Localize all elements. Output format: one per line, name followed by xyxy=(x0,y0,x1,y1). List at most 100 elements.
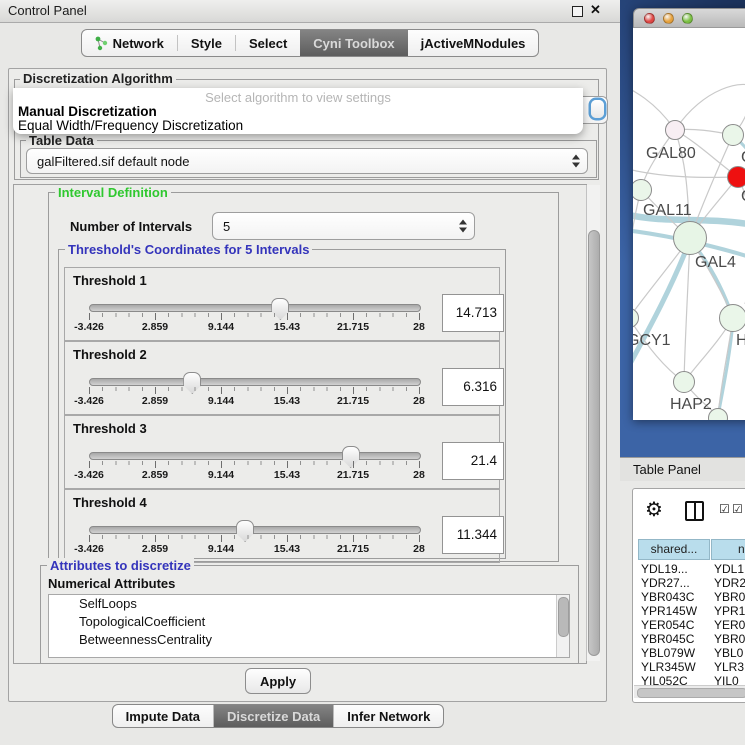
network-node-label: GAL80 xyxy=(646,145,696,163)
horizontal-scrollbar[interactable] xyxy=(634,685,745,698)
tab-infer-network[interactable]: Infer Network xyxy=(334,705,443,727)
threshold-row: Threshold 2-3.4262.8599.14415.4321.71528… xyxy=(64,341,500,415)
threshold-value-field[interactable]: 11.344 xyxy=(442,516,504,554)
network-node[interactable] xyxy=(673,221,707,255)
slider-major-tick xyxy=(155,461,156,468)
slider-minor-ticks xyxy=(89,387,420,391)
split-columns-icon[interactable] xyxy=(685,501,704,521)
checkbox-icon[interactable]: ☑ xyxy=(719,502,730,516)
slider-major-tick xyxy=(155,535,156,542)
slider-track[interactable] xyxy=(89,304,421,312)
table-cell-name[interactable]: YBR0 xyxy=(714,590,745,604)
list-scrollbar-thumb[interactable] xyxy=(558,597,569,637)
vertical-scrollbar[interactable] xyxy=(586,185,600,661)
stepper-icon[interactable] xyxy=(572,155,580,168)
table-cell-shared-name[interactable]: YLR345W xyxy=(641,660,696,674)
network-node[interactable] xyxy=(673,371,695,393)
network-node[interactable] xyxy=(665,120,685,140)
slider-major-tick xyxy=(89,313,90,320)
slider-tick-label: 28 xyxy=(413,469,425,481)
slider-track[interactable] xyxy=(89,452,421,460)
table-cell-name[interactable]: YPR1 xyxy=(714,604,745,618)
checkbox-icon[interactable]: ☑ xyxy=(732,502,743,516)
algorithm-option[interactable]: Manual Discretization xyxy=(18,104,157,119)
scrollbar-thumb[interactable] xyxy=(637,688,745,698)
threshold-row: Threshold 3-3.4262.8599.14415.4321.71528… xyxy=(64,415,500,489)
tab-cyni-toolbox[interactable]: Cyni Toolbox xyxy=(300,30,407,56)
attribute-list-item[interactable]: BetweennessCentrality xyxy=(49,631,569,649)
slider-major-tick xyxy=(287,313,288,320)
table-cell-name[interactable]: YDL1 xyxy=(714,562,744,576)
table-cell-shared-name[interactable]: YER054C xyxy=(641,618,694,632)
slider-major-tick xyxy=(419,313,420,320)
threshold-value-field[interactable]: 6.316 xyxy=(442,368,504,406)
table-cell-name[interactable]: YBL0 xyxy=(714,646,743,660)
slider-track[interactable] xyxy=(89,526,421,534)
attributes-list[interactable]: SelfLoopsTopologicalCoefficientBetweenne… xyxy=(48,594,570,658)
threshold-value-field[interactable]: 21.4 xyxy=(442,442,504,480)
top-tab-bar: NetworkStyleSelectCyni ToolboxjActiveMNo… xyxy=(0,29,620,57)
slider-tick-label: 9.144 xyxy=(208,469,234,481)
gear-icon[interactable]: ⚙ xyxy=(645,497,663,522)
slider-major-tick xyxy=(89,535,90,542)
tab-network[interactable]: Network xyxy=(82,30,177,56)
algorithm-option[interactable]: Equal Width/Frequency Discretization xyxy=(18,118,243,133)
column-header-name[interactable]: na xyxy=(711,539,745,560)
list-scrollbar[interactable] xyxy=(556,595,569,657)
table-data-combo-value: galFiltered.sif default node xyxy=(37,154,189,169)
table-cell-name[interactable]: YDR2 xyxy=(714,576,745,590)
network-node-label: GAL11 xyxy=(643,202,692,220)
slider-major-tick xyxy=(155,387,156,394)
minimize-traffic-light[interactable] xyxy=(663,13,674,24)
thresholds-group-title: Threshold's Coordinates for 5 Intervals xyxy=(65,242,312,257)
apply-button[interactable]: Apply xyxy=(245,668,311,694)
slider-major-tick xyxy=(419,461,420,468)
table-cell-shared-name[interactable]: YBL079W xyxy=(641,646,695,660)
network-canvas[interactable]: GAL80GCGAL11GAL4GCY1HHAP2 xyxy=(633,28,745,420)
network-node[interactable] xyxy=(722,124,744,146)
zoom-traffic-light[interactable] xyxy=(682,13,693,24)
slider-tick-label: 2.859 xyxy=(142,469,168,481)
network-icon xyxy=(95,36,108,51)
slider-major-tick xyxy=(287,461,288,468)
slider-tick-label: 2.859 xyxy=(142,321,168,333)
slider-tick-label: 9.144 xyxy=(208,543,234,555)
table-cell-shared-name[interactable]: YPR145W xyxy=(641,604,697,618)
slider-track[interactable] xyxy=(89,378,421,386)
stepper-icon[interactable] xyxy=(459,220,467,233)
tab-select[interactable]: Select xyxy=(236,30,300,56)
attribute-list-item[interactable]: TopologicalCoefficient xyxy=(49,613,569,631)
slider-tick-label: 9.144 xyxy=(208,321,234,333)
num-intervals-combo[interactable]: 5 xyxy=(212,212,475,240)
table-cell-name[interactable]: YER0 xyxy=(714,618,745,632)
tab-style[interactable]: Style xyxy=(178,30,235,56)
table-cell-shared-name[interactable]: YBR045C xyxy=(641,632,694,646)
table-cell-name[interactable]: YBR0 xyxy=(714,632,745,646)
algorithm-placeholder: Select algorithm to view settings xyxy=(13,90,583,105)
float-icon[interactable] xyxy=(572,6,583,17)
tab-jactivemnodules[interactable]: jActiveMNodules xyxy=(408,30,539,56)
close-icon[interactable]: ✕ xyxy=(590,2,601,18)
table-cell-shared-name[interactable]: YDR27... xyxy=(641,576,690,590)
tab-impute-data[interactable]: Impute Data xyxy=(113,705,214,727)
table-data-combo[interactable]: galFiltered.sif default node xyxy=(26,148,588,174)
slider-tick-label: 15.43 xyxy=(274,321,300,333)
combo-stepper-icon[interactable] xyxy=(591,100,604,118)
network-node[interactable] xyxy=(727,166,745,188)
slider-major-tick xyxy=(353,387,354,394)
tab-discretize-data[interactable]: Discretize Data xyxy=(214,705,334,727)
threshold-value-field[interactable]: 14.713 xyxy=(442,294,504,332)
slider-tick-label: 2.859 xyxy=(142,395,168,407)
close-traffic-light[interactable] xyxy=(644,13,655,24)
column-header-shared[interactable]: shared... xyxy=(638,539,710,560)
network-node[interactable] xyxy=(719,304,745,332)
attribute-list-item[interactable]: SelfLoops xyxy=(49,595,569,613)
slider-major-tick xyxy=(353,313,354,320)
table-cell-name[interactable]: YLR3 xyxy=(714,660,744,674)
network-window-titlebar[interactable] xyxy=(633,8,745,28)
scrollbar-thumb[interactable] xyxy=(588,230,600,656)
table-cell-shared-name[interactable]: YDL19... xyxy=(641,562,688,576)
table-cell-shared-name[interactable]: YBR043C xyxy=(641,590,694,604)
slider-tick-label: 28 xyxy=(413,543,425,555)
network-node-label: GCY1 xyxy=(633,332,671,350)
